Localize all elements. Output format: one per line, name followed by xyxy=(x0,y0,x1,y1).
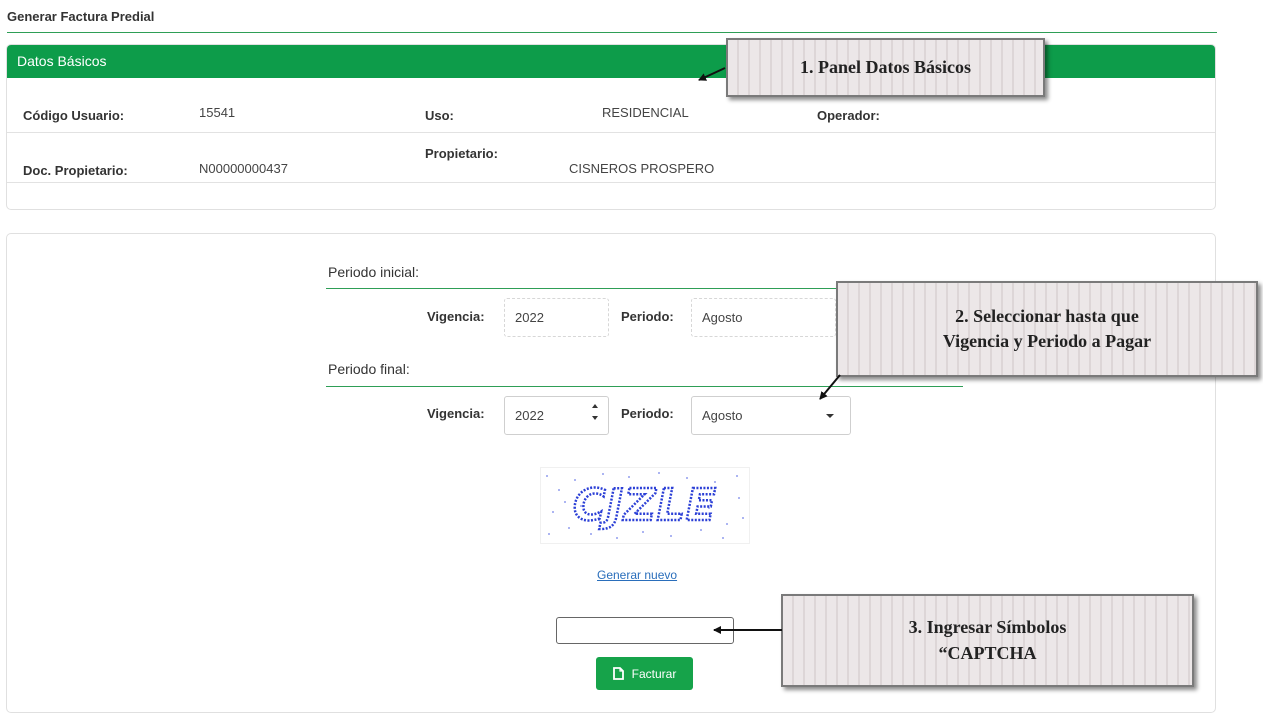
initial-vigencia-value: 2022 xyxy=(515,310,544,325)
spinner-up-icon[interactable] xyxy=(592,404,598,408)
codigo-usuario-label: Código Usuario: xyxy=(23,108,125,123)
title-divider xyxy=(7,32,1217,33)
document-icon xyxy=(612,667,624,680)
callout-ingresar-captcha: 3. Ingresar Símbolos “CAPTCHA xyxy=(781,594,1194,687)
operador-label: Operador: xyxy=(817,108,880,123)
doc-propietario-label: Doc. Propietario: xyxy=(23,163,128,178)
generate-new-captcha-link[interactable]: Generar nuevo xyxy=(597,568,677,582)
propietario-value: CISNEROS PROSPERO xyxy=(569,161,715,176)
callout-2-line-2: Vigencia y Periodo a Pagar xyxy=(942,331,1152,351)
callout-seleccionar-vigencia: 2. Seleccionar hasta que Vigencia y Peri… xyxy=(836,281,1258,377)
uso-value: RESIDENCIAL xyxy=(602,105,689,120)
final-periodo-select[interactable]: Agosto xyxy=(691,396,851,435)
final-periodo-label: Periodo: xyxy=(621,406,674,421)
periodo-final-divider xyxy=(326,386,963,387)
initial-periodo-label: Periodo: xyxy=(621,309,674,324)
codigo-usuario-value: 15541 xyxy=(199,105,236,120)
callout-1-text: 1. Panel Datos Básicos xyxy=(800,56,971,77)
callout-3-line-1: 3. Ingresar Símbolos xyxy=(908,617,1067,638)
facturar-button-label: Facturar xyxy=(631,666,677,681)
captcha-input[interactable] xyxy=(556,617,734,644)
facturar-button[interactable]: Facturar xyxy=(596,657,693,690)
uso-label: Uso: xyxy=(425,108,454,123)
periodo-inicial-label: Periodo inicial: xyxy=(328,264,420,280)
initial-periodo-value: Agosto xyxy=(702,310,743,325)
captcha-text: CJZLE xyxy=(573,480,717,531)
initial-vigencia-field: 2022 xyxy=(504,298,609,337)
spinner-down-icon[interactable] xyxy=(592,416,598,420)
periodo-final-label: Periodo final: xyxy=(328,361,410,377)
final-vigencia-label: Vigencia: xyxy=(427,406,485,421)
captcha-noise-graphic: CJZLE xyxy=(546,472,744,539)
callout-3-line-2: “CAPTCHA xyxy=(938,642,1037,663)
propietario-label: Propietario: xyxy=(425,146,498,161)
doc-propietario-value: N00000000437 xyxy=(199,161,288,176)
callout-2-line-1: 2. Seleccionar hasta que xyxy=(955,305,1139,326)
initial-periodo-field: Agosto xyxy=(691,298,836,337)
initial-vigencia-label: Vigencia: xyxy=(427,309,485,324)
callout-panel-datos-basicos: 1. Panel Datos Básicos xyxy=(726,38,1045,97)
basic-data-row-2: Doc. Propietario: N00000000437 Propietar… xyxy=(7,133,1215,183)
final-vigencia-value: 2022 xyxy=(515,408,544,423)
chevron-down-icon xyxy=(826,414,834,418)
vigencia-spinner[interactable] xyxy=(592,404,598,420)
captcha-image: CJZLE xyxy=(540,467,750,544)
final-vigencia-stepper[interactable]: 2022 xyxy=(504,396,609,435)
page-title: Generar Factura Predial xyxy=(7,9,155,24)
final-periodo-value: Agosto xyxy=(702,408,743,423)
